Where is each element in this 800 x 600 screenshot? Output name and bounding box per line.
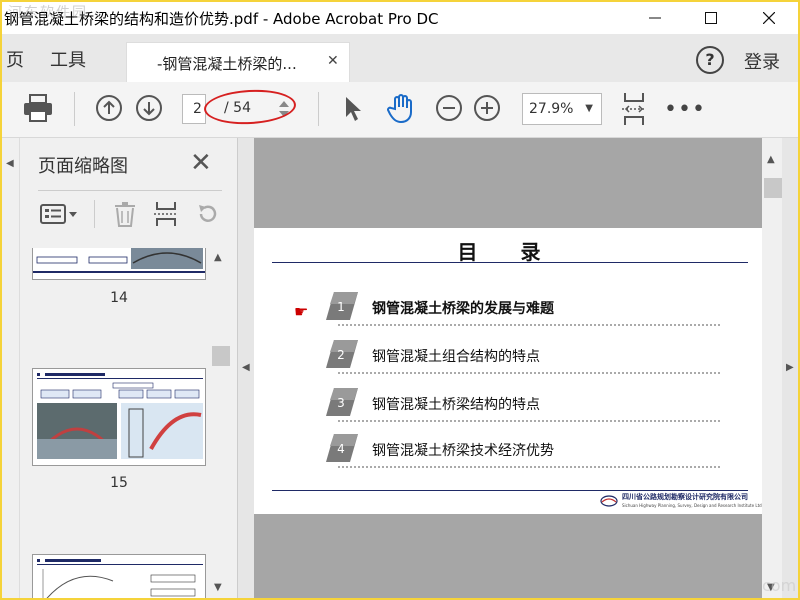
toc-badge-icon: 4 — [326, 434, 358, 462]
toc-badge-number: 4 — [337, 442, 345, 456]
panel-title: 页面缩略图 — [38, 156, 128, 177]
thumbnail-page-15[interactable] — [32, 368, 206, 466]
tab-home[interactable]: 页 — [6, 46, 24, 72]
insert-page-icon[interactable] — [152, 200, 180, 228]
delete-icon[interactable] — [112, 200, 138, 228]
toc-badge-number: 3 — [337, 396, 345, 410]
login-link[interactable]: 登录 — [744, 48, 780, 74]
more-options-icon[interactable]: ••• — [664, 94, 705, 124]
footer-rule — [272, 490, 748, 491]
toc-item[interactable]: 3 钢管混凝土桥梁结构的特点 — [324, 386, 724, 422]
minimize-icon — [649, 17, 661, 19]
title-bar: 钢管混凝土桥梁的结构和造价优势.pdf - Adobe Acrobat Pro … — [2, 2, 798, 34]
toc-item-label: 钢管混凝土桥梁技术经济优势 — [372, 443, 554, 459]
footer-organization-en: Sichuan Highway Planning, Survey, Design… — [622, 503, 763, 508]
toc-item-label: 钢管混凝土桥梁的发展与难题 — [372, 301, 554, 317]
thumbnail-page-13[interactable] — [32, 248, 206, 280]
doc-left-edge: ◀ — [238, 138, 254, 598]
maximize-button[interactable] — [688, 2, 734, 34]
document-scrollbar[interactable]: ▲ ▼ — [762, 138, 782, 598]
toc-dotted-rule — [338, 466, 720, 468]
zoom-in-icon[interactable] — [472, 93, 502, 123]
watermark: com — [762, 576, 797, 595]
document-tab[interactable]: -钢管混凝土桥梁的... ✕ — [126, 42, 350, 82]
sidebar-edge: ◀ — [2, 138, 20, 598]
organization-logo-icon — [600, 495, 618, 507]
scrollbar-thumb[interactable] — [212, 346, 230, 366]
toc-dotted-rule — [338, 420, 720, 422]
thumbnail-options-icon[interactable] — [38, 200, 80, 228]
next-page-icon[interactable] — [134, 93, 164, 123]
thumbnail-scrollbar[interactable]: ▲ ▼ — [210, 248, 230, 598]
toc-item[interactable]: 1 钢管混凝土桥梁的发展与难题 — [324, 290, 724, 326]
rotate-icon[interactable] — [194, 200, 222, 228]
select-tool-icon[interactable] — [340, 94, 366, 124]
thumbnail-image — [37, 373, 203, 459]
toolbar-divider — [74, 92, 75, 126]
tab-bar: 页 工具 -钢管混凝土桥梁的... ✕ ? 登录 — [2, 34, 798, 82]
pdf-page: 目 录 ☛ 1 钢管混凝土桥梁的发展与难题 2 钢管混凝土组合结构的特点 3 钢… — [254, 228, 763, 514]
toc-item[interactable]: 4 钢管混凝土桥梁技术经济优势 — [324, 432, 724, 468]
zoom-level-select[interactable]: 27.9% ▼ — [522, 93, 602, 125]
page-heading: 目 录 — [457, 240, 559, 264]
thumbnail-image — [33, 248, 205, 273]
toc-item[interactable]: 2 钢管混凝土组合结构的特点 — [324, 338, 724, 374]
close-window-button[interactable] — [746, 2, 792, 34]
toc-badge-icon: 3 — [326, 388, 358, 416]
toc-dotted-rule — [338, 324, 720, 326]
thumbnail-page-16[interactable] — [32, 554, 206, 598]
scroll-down-icon[interactable]: ▼ — [214, 582, 222, 593]
maximize-icon — [705, 12, 717, 24]
page-thumbnails-panel: ◀ 页面缩略图 ✕ 14 15 ▲ ▼ — [2, 138, 238, 598]
close-panel-icon[interactable]: ✕ — [190, 150, 212, 176]
minimize-button[interactable] — [632, 2, 678, 34]
print-icon[interactable] — [22, 92, 54, 124]
toc-badge-icon: 1 — [326, 292, 358, 320]
window-title: 钢管混凝土桥梁的结构和造价优势.pdf - Adobe Acrobat Pro … — [4, 10, 439, 28]
collapse-left-icon[interactable]: ◀ — [242, 362, 250, 373]
collapse-left-icon[interactable]: ◀ — [6, 158, 14, 169]
thumbnail-page-number: 14 — [110, 290, 128, 306]
zoom-level-value: 27.9% — [529, 101, 574, 117]
document-tab-label: -钢管混凝土桥梁的... — [157, 55, 297, 73]
toc-dotted-rule — [338, 372, 720, 374]
chevron-down-icon: ▼ — [585, 103, 593, 114]
panel-divider — [38, 190, 222, 191]
hand-tool-icon[interactable] — [386, 92, 416, 124]
toc-item-label: 钢管混凝土组合结构的特点 — [372, 349, 540, 365]
heading-rule — [272, 262, 748, 263]
tool-divider — [94, 200, 95, 228]
tab-tools[interactable]: 工具 — [50, 46, 86, 72]
help-icon[interactable]: ? — [696, 46, 724, 74]
close-tab-icon[interactable]: ✕ — [327, 53, 339, 69]
thumbnail-list[interactable]: 14 15 — [20, 248, 210, 598]
scrollbar-thumb[interactable] — [764, 178, 782, 198]
zoom-out-icon[interactable] — [434, 93, 464, 123]
fit-page-icon[interactable] — [618, 90, 650, 128]
thumbnail-page-number: 15 — [110, 475, 128, 491]
previous-page-icon[interactable] — [94, 93, 124, 123]
page-number-input[interactable]: 2 — [182, 94, 206, 124]
toc-badge-number: 1 — [337, 300, 345, 314]
app-window: 钢管混凝土桥梁的结构和造价优势.pdf - Adobe Acrobat Pro … — [0, 0, 800, 600]
close-icon — [763, 12, 775, 24]
scroll-up-icon[interactable]: ▲ — [767, 154, 775, 165]
expand-right-icon[interactable]: ▶ — [786, 362, 794, 373]
pointer-hand-icon: ☛ — [294, 302, 309, 321]
toolbar-divider — [318, 92, 319, 126]
toc-badge-icon: 2 — [326, 340, 358, 368]
scroll-up-icon[interactable]: ▲ — [214, 252, 222, 263]
toolbar: 2 / 54 27.9% ▼ ••• — [2, 82, 798, 138]
toc-item-label: 钢管混凝土桥梁结构的特点 — [372, 397, 540, 413]
footer-organization: 四川省公路规划勘察设计研究院有限公司 — [622, 493, 748, 501]
document-view[interactable]: ◀ 目 录 ☛ 1 钢管混凝土桥梁的发展与难题 2 钢管混凝土组合结构的特点 3… — [238, 138, 798, 598]
toc-badge-number: 2 — [337, 348, 345, 362]
thumbnail-image — [37, 559, 203, 598]
doc-right-edge: ▶ — [782, 138, 798, 598]
